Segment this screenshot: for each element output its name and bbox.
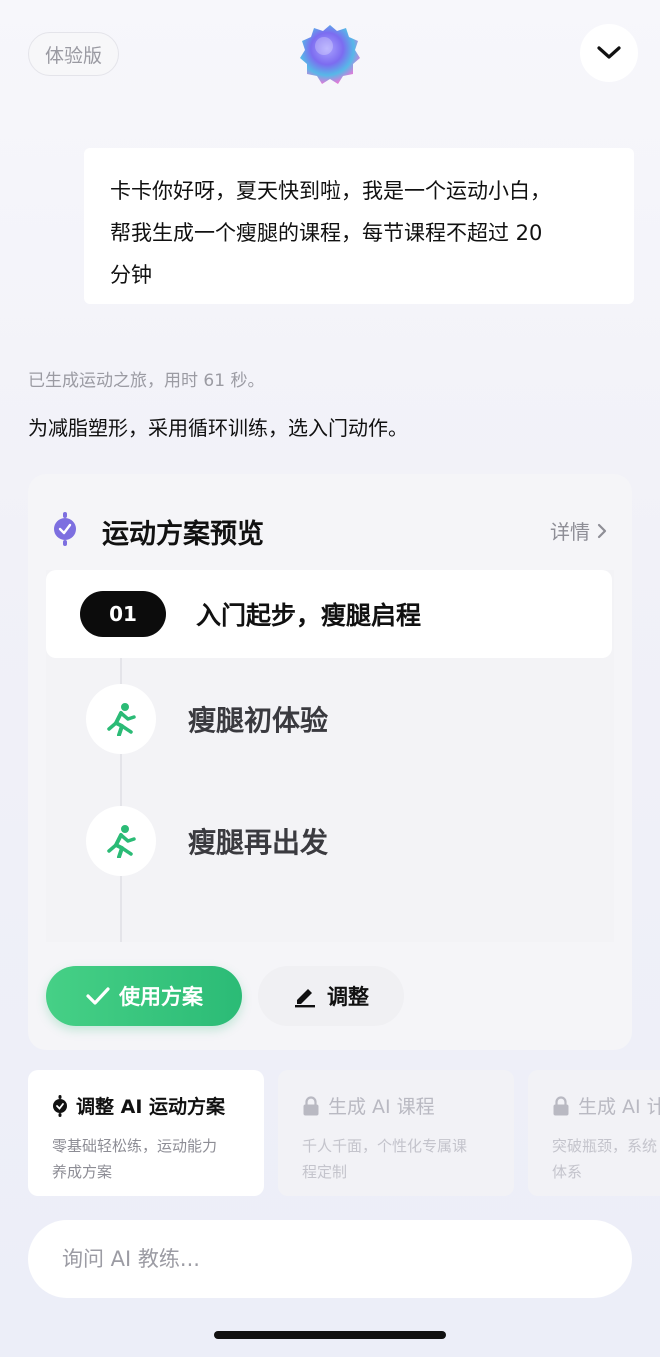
session-icon-circle [86,684,156,754]
adjust-plan-button[interactable]: 调整 [258,966,404,1026]
use-plan-button[interactable]: 使用方案 [46,966,242,1026]
chevron-right-icon [597,523,607,538]
plan-title: 运动方案预览 [102,519,264,550]
use-plan-label: 使用方案 [119,985,203,1009]
suggestion-title-row: 调整 AI 运动方案 [52,1092,240,1119]
trial-version-badge: 体验版 [28,32,120,76]
ask-coach-input[interactable] [62,1247,602,1271]
session-title: 瘦腿初体验 [188,704,329,737]
session-item[interactable]: 瘦腿初体验 [86,684,328,754]
session-item[interactable]: 瘦腿再出发 [86,806,328,876]
suggestion-desc-line: 千人千面，个性化专属课 [302,1137,468,1155]
plan-detail-link[interactable]: 详情 [550,516,608,545]
suggestion-row: 调整 AI 运动方案 零基础轻松练，运动能力 养成方案 生成 AI 课程 千人千… [28,1070,660,1196]
adjust-plan-label: 调整 [327,985,369,1009]
suggestion-desc-line: 程定制 [302,1163,348,1181]
stage-number-badge: 01 [80,591,166,637]
generation-status: 已生成运动之旅，用时 61 秒。 [28,371,265,391]
suggestion-desc-line: 突破瓶颈，系统 [552,1137,658,1155]
suggestion-desc: 零基础轻松练，运动能力 养成方案 [52,1133,240,1185]
home-indicator[interactable] [214,1331,446,1339]
plan-badge-icon [53,1094,67,1117]
user-message-line: 分钟 [110,263,152,287]
edit-pencil-icon [295,989,315,1008]
running-person-icon [107,703,136,736]
suggestion-desc-line: 养成方案 [52,1163,113,1181]
chevron-down-icon [597,46,621,59]
ai-avatar-orb[interactable] [298,22,362,86]
suggestion-card-generate-plan[interactable]: 生成 AI 计 突破瓶颈，系统 体系 [528,1070,660,1196]
user-message-line: 卡卡你好呀，夏天快到啦，我是一个运动小白， [110,179,551,203]
collapse-button[interactable] [580,24,638,82]
lock-icon [553,1095,569,1115]
ask-coach-input-container[interactable] [28,1220,632,1298]
stage-row[interactable]: 01 入门起步，瘦腿启程 [46,570,612,658]
plan-badge-icon [54,512,76,546]
suggestion-desc-line: 体系 [552,1163,583,1181]
suggestion-title-row: 生成 AI 课程 [302,1092,490,1119]
session-icon-circle [86,806,156,876]
suggestion-desc: 突破瓶颈，系统 体系 [552,1133,660,1185]
suggestion-title: 生成 AI 课程 [328,1096,435,1118]
stage-title: 入门起步，瘦腿启程 [196,601,422,630]
user-message-line: 帮我生成一个瘦腿的课程，每节课程不超过 20 [110,221,543,245]
suggestion-title-row: 生成 AI 计 [552,1092,660,1119]
suggestion-title: 生成 AI 计 [578,1096,660,1118]
plan-preview-card: 运动方案预览 详情 01 入门起步，瘦腿启程 瘦腿初体验 瘦腿再出发 使用方案 … [28,474,632,1050]
suggestion-desc: 千人千面，个性化专属课 程定制 [302,1133,490,1185]
user-message-bubble: 卡卡你好呀，夏天快到啦，我是一个运动小白， 帮我生成一个瘦腿的课程，每节课程不超… [84,148,634,304]
suggestion-desc-line: 零基础轻松练，运动能力 [52,1137,218,1155]
generation-summary: 为减脂塑形，采用循环训练，选入门动作。 [28,416,408,440]
suggestion-card-adjust-plan[interactable]: 调整 AI 运动方案 零基础轻松练，运动能力 养成方案 [28,1070,264,1196]
ai-orb-icon [300,25,360,84]
plan-actions: 使用方案 调整 [46,966,614,1026]
check-icon [86,987,110,1005]
lock-icon [303,1095,319,1115]
session-title: 瘦腿再出发 [188,826,329,859]
plan-stage-list[interactable]: 01 入门起步，瘦腿启程 瘦腿初体验 瘦腿再出发 [46,570,614,942]
running-person-icon [107,825,136,858]
plan-detail-label: 详情 [550,520,590,544]
suggestion-card-generate-course[interactable]: 生成 AI 课程 千人千面，个性化专属课 程定制 [278,1070,514,1196]
suggestion-title: 调整 AI 运动方案 [76,1096,226,1118]
